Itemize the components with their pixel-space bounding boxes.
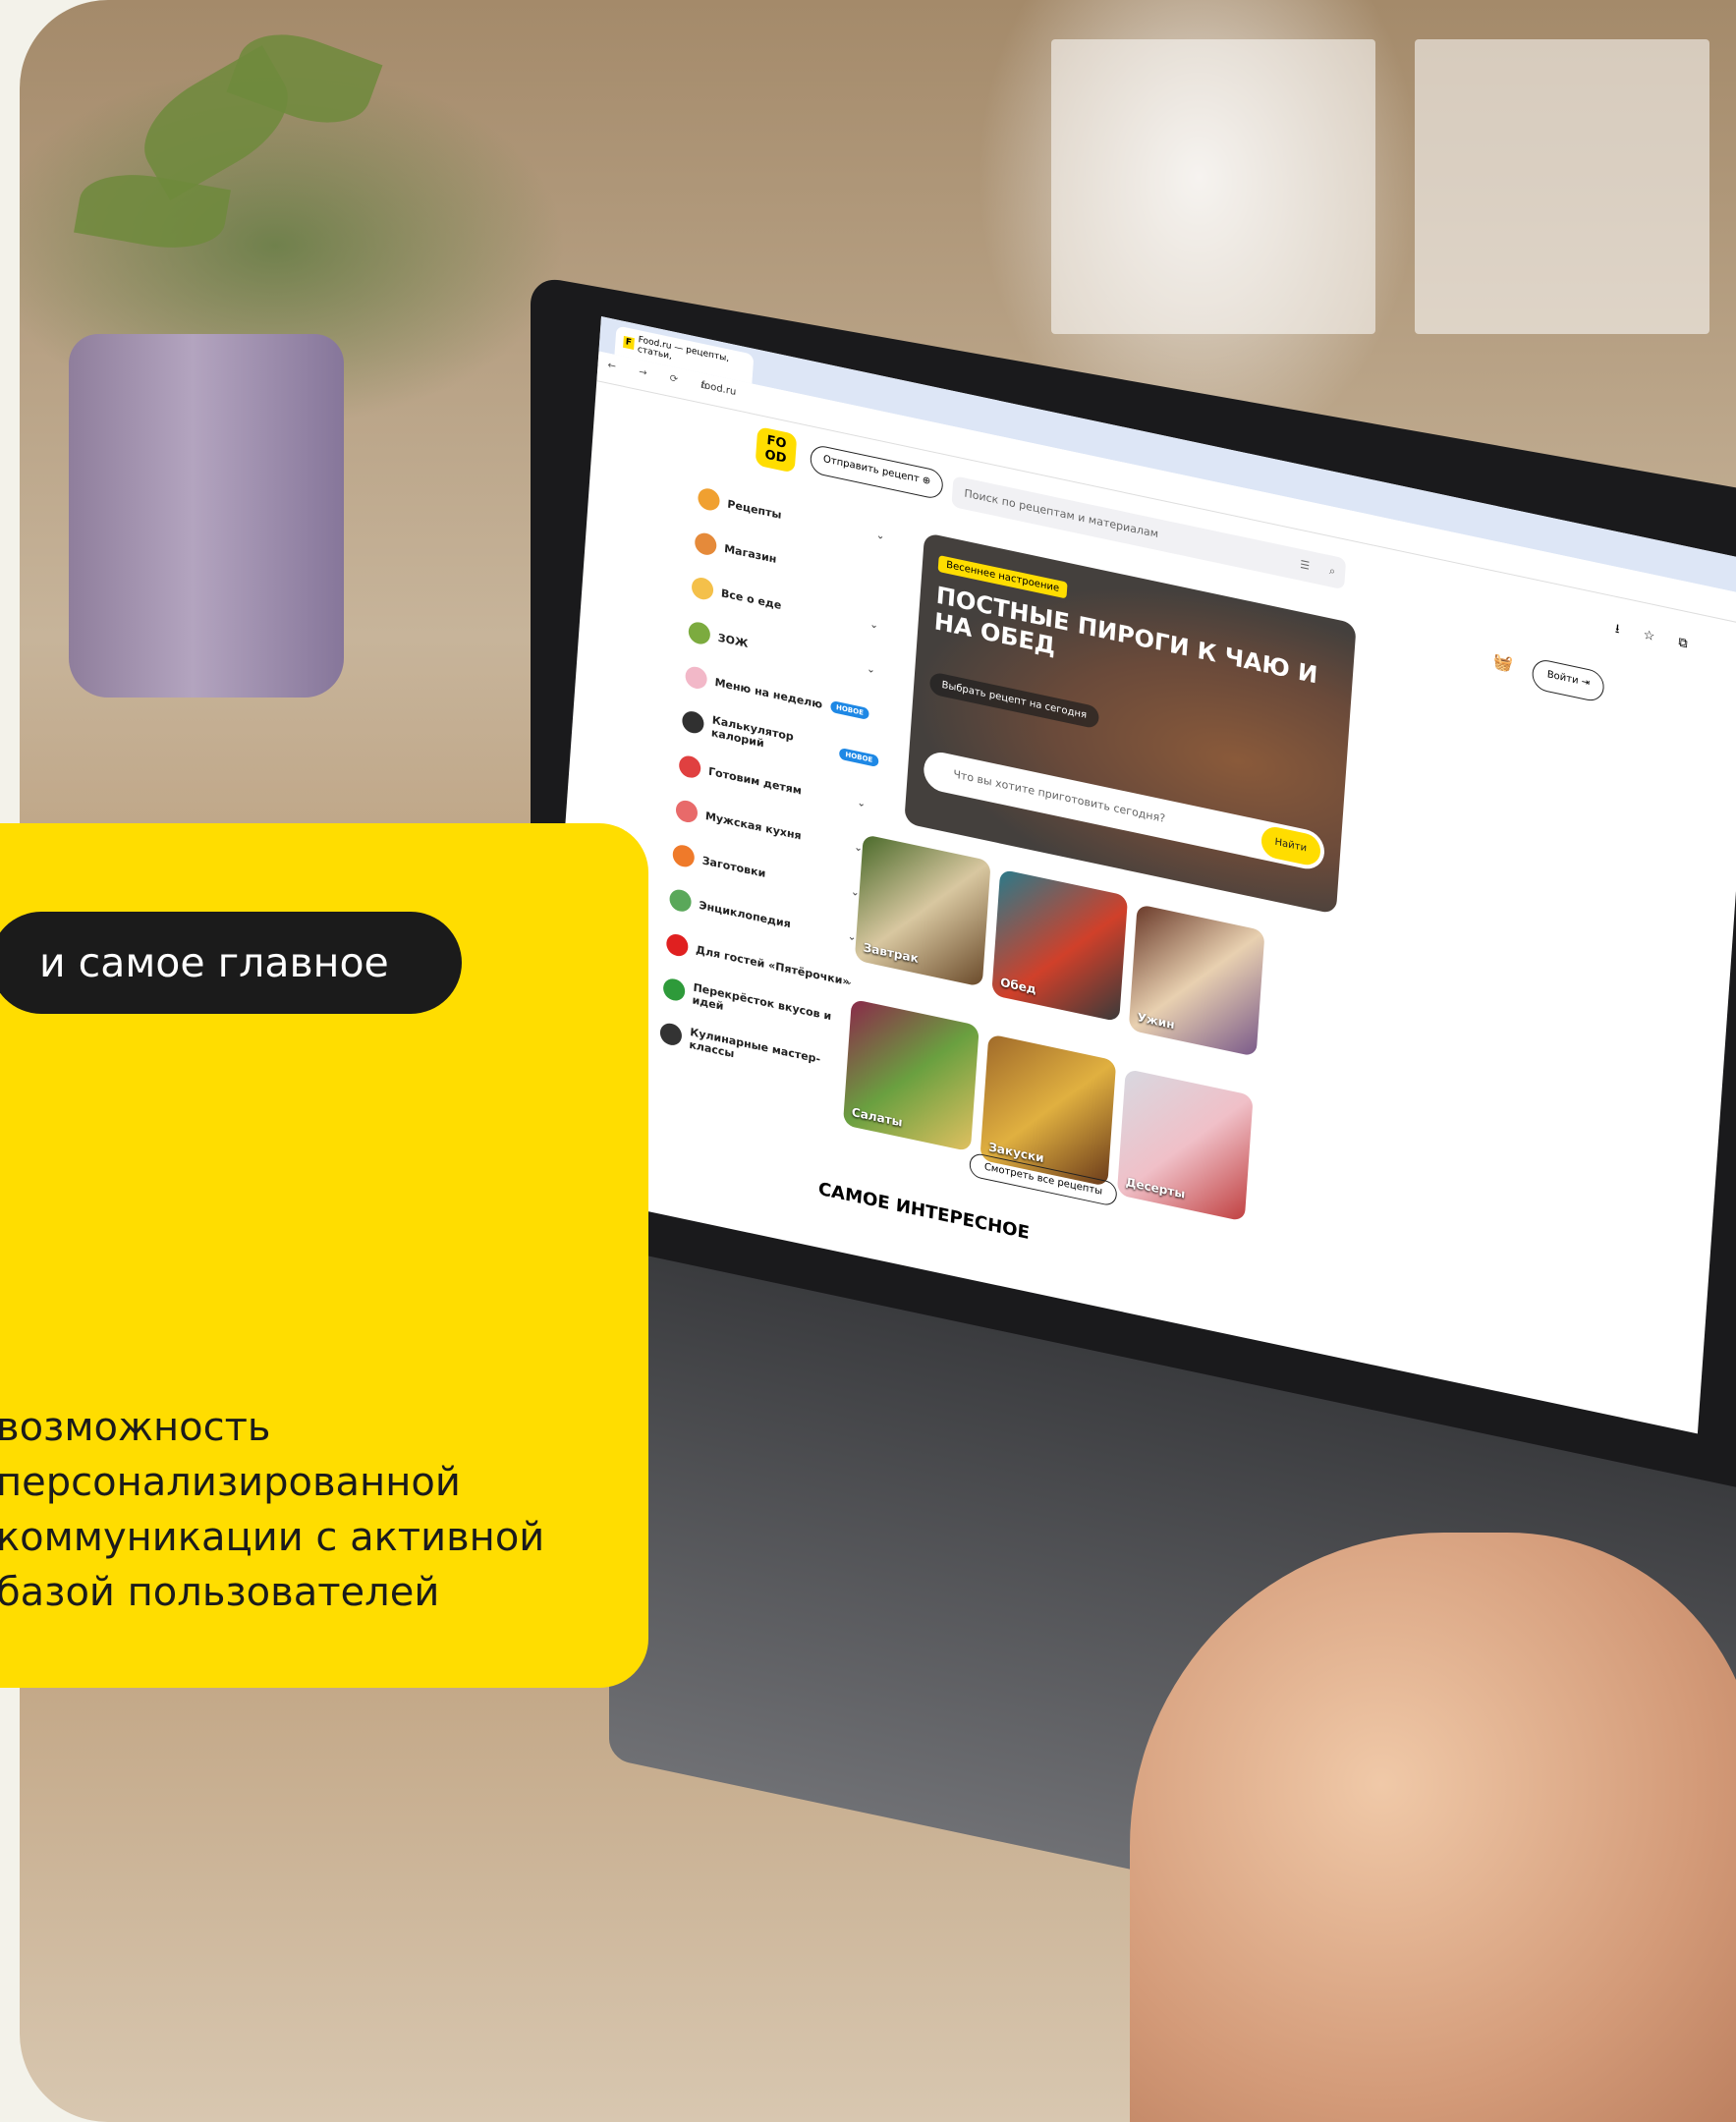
body-text-line: возможность (0, 1405, 271, 1450)
category-card-label: Салаты (851, 1104, 903, 1130)
category-card[interactable]: Обед (991, 868, 1129, 1023)
highlight-pill: и самое главное (0, 912, 462, 1014)
category-card-label: Десерты (1125, 1175, 1186, 1201)
category-icon (675, 798, 699, 825)
hero-choose-recipe-button[interactable]: Выбрать рецепт на сегодня (928, 671, 1099, 730)
category-card[interactable]: Десерты (1116, 1068, 1254, 1222)
search-icon[interactable]: ⌕ (1328, 555, 1336, 587)
category-card-label: Обед (999, 975, 1037, 997)
window-glass (1415, 39, 1709, 334)
chevron-down-icon[interactable]: ⌄ (857, 797, 866, 810)
category-icon (691, 575, 714, 602)
category-icon (665, 931, 690, 959)
sidebar-item-label: Энциклопедия (699, 898, 792, 930)
sidebar-item-label: Рецепты (727, 496, 782, 522)
chevron-down-icon[interactable]: ⌄ (844, 976, 853, 988)
hero-search-button[interactable]: Найти (1260, 823, 1322, 868)
category-card-label: Ужин (1137, 1010, 1176, 1033)
category-icon (697, 486, 721, 513)
sidebar-item-label: Заготовки (701, 853, 766, 880)
search-placeholder: Поиск по рецептам и материалам (964, 486, 1159, 541)
login-button[interactable]: Войти ⇥ (1531, 657, 1606, 704)
category-card[interactable]: Ужин (1128, 904, 1265, 1057)
sidebar-item-label: Все о еде (720, 586, 782, 612)
food-favicon-icon: F (623, 335, 635, 350)
url-text[interactable]: food.ru (700, 380, 736, 398)
sidebar-item-label: ЗОЖ (717, 631, 749, 650)
chevron-down-icon[interactable]: ⌄ (876, 530, 885, 542)
new-badge: НОВОЕ (829, 699, 870, 721)
info-body-text: возможность персонализированной коммуникац… (0, 1400, 625, 1620)
sidebar-item-label: Магазин (723, 541, 777, 566)
hero-search-input[interactable]: Что вы хотите приготовить сегодня? Найти (922, 749, 1326, 873)
cart-icon[interactable]: 🧺 (1492, 651, 1513, 674)
category-icon (681, 709, 705, 736)
flower-pot (69, 334, 344, 698)
sidebar-item-label: Готовим детям (707, 764, 803, 798)
category-card-label: Завтрак (863, 940, 920, 966)
sidebar-item-label: Меню на неделю (714, 675, 823, 711)
category-icon (688, 620, 711, 646)
body-text-line: базой пользователей (0, 1570, 440, 1615)
category-card[interactable]: Завтрак (854, 834, 991, 987)
category-icon (694, 530, 718, 557)
category-icon (662, 977, 686, 1003)
hero-search-placeholder: Что вы хотите приготовить сегодня? (952, 767, 1166, 825)
sidebar-item-label: Мужская кухня (704, 809, 803, 843)
category-icon (672, 843, 696, 869)
category-card[interactable]: Салаты (842, 998, 980, 1152)
category-icon (659, 1021, 683, 1047)
category-icon (684, 664, 708, 692)
food-logo[interactable]: FO OD (755, 425, 798, 474)
body-text-line: коммуникации с активной (0, 1515, 545, 1560)
chevron-down-icon[interactable]: ⌄ (867, 663, 875, 676)
chevron-down-icon[interactable]: ⌄ (869, 619, 878, 632)
filter-icon[interactable]: ☰ (1299, 549, 1311, 583)
browser-toolbar-icons[interactable]: ⭳ ☆ ⧉ (1614, 620, 1698, 658)
category-icon (668, 887, 693, 914)
section-title: САМОЕ ИНТЕРЕСНОЕ (817, 1178, 1031, 1245)
new-badge: НОВОЕ (838, 747, 879, 768)
send-recipe-button[interactable]: Отправить рецепт ⊕ (809, 443, 945, 501)
window-glass (1051, 39, 1375, 334)
body-text-line: персонализированной (0, 1460, 461, 1505)
category-icon (678, 754, 701, 780)
